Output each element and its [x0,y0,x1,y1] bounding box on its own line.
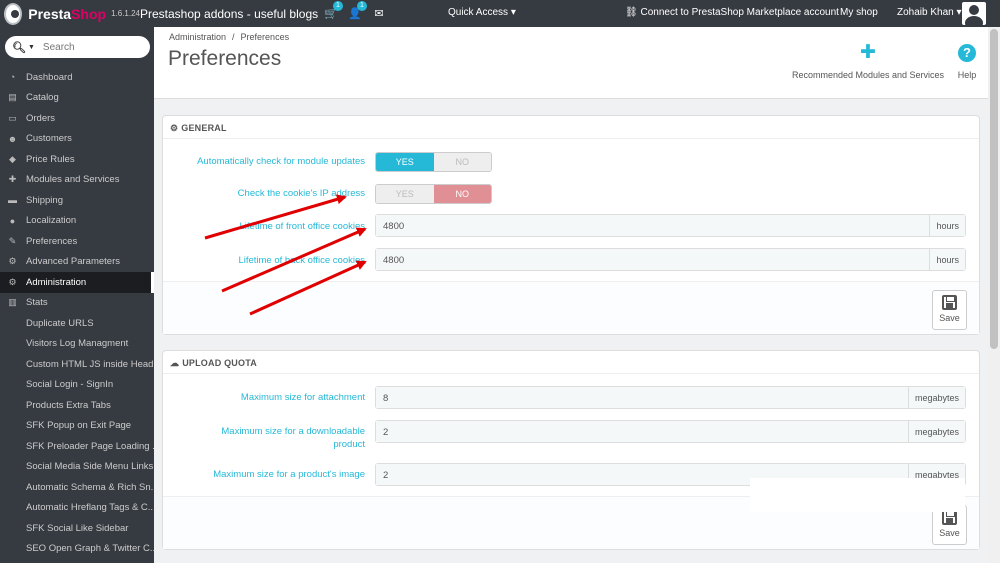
scrollbar-thumb[interactable] [990,29,998,349]
annotation-arrow [204,194,347,240]
scrollbar[interactable] [988,27,1000,563]
annotation-arrows [204,194,367,316]
annotation-arrow [221,227,367,293]
